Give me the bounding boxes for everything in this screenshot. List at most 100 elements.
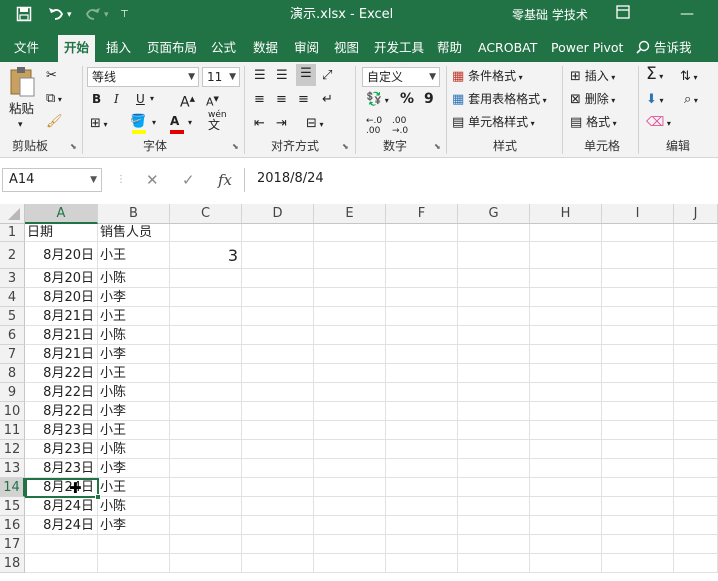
undo-icon[interactable] xyxy=(47,6,65,27)
row-header-8[interactable]: 8 xyxy=(0,364,25,383)
cell-a10[interactable]: 8月22日 xyxy=(25,402,98,421)
cell-g10[interactable] xyxy=(458,402,530,421)
tab-formulas[interactable]: 公式 xyxy=(205,35,242,62)
cell-f14[interactable] xyxy=(386,478,458,497)
cell-a4[interactable]: 8月20日 xyxy=(25,288,98,307)
cell-b17[interactable] xyxy=(98,535,170,554)
cell-c1[interactable] xyxy=(170,224,242,242)
percent-button[interactable]: % xyxy=(400,90,414,108)
select-all-corner[interactable] xyxy=(0,204,25,224)
cell-c7[interactable] xyxy=(170,345,242,364)
cell-i3[interactable] xyxy=(602,269,674,288)
row-header-13[interactable]: 13 xyxy=(0,459,25,478)
row-header-10[interactable]: 10 xyxy=(0,402,25,421)
cell-d17[interactable] xyxy=(242,535,314,554)
cell-i6[interactable] xyxy=(602,326,674,345)
cell-g3[interactable] xyxy=(458,269,530,288)
cell-g13[interactable] xyxy=(458,459,530,478)
cell-e15[interactable] xyxy=(314,497,386,516)
cell-e5[interactable] xyxy=(314,307,386,326)
cell-e12[interactable] xyxy=(314,440,386,459)
cell-c13[interactable] xyxy=(170,459,242,478)
cell-a18[interactable] xyxy=(25,554,98,573)
tab-developer[interactable]: 开发工具 xyxy=(368,35,430,62)
cell-h4[interactable] xyxy=(530,288,602,307)
find-select-icon[interactable]: ⌕ ▾ xyxy=(684,90,698,110)
align-middle-icon[interactable]: ☰ xyxy=(276,66,288,85)
cell-d13[interactable] xyxy=(242,459,314,478)
align-left-icon[interactable]: ≡ xyxy=(254,90,265,109)
cell-h15[interactable] xyxy=(530,497,602,516)
cell-d14[interactable] xyxy=(242,478,314,497)
cell-b2[interactable]: 小王 xyxy=(98,242,170,269)
cell-b12[interactable]: 小陈 xyxy=(98,440,170,459)
phonetic-guide-button[interactable]: wén 文 xyxy=(208,110,227,132)
cell-d15[interactable] xyxy=(242,497,314,516)
cell-h16[interactable] xyxy=(530,516,602,535)
cell-b9[interactable]: 小陈 xyxy=(98,383,170,402)
tell-me-search[interactable]: 告诉我 xyxy=(630,35,698,62)
cell-a11[interactable]: 8月23日 xyxy=(25,421,98,440)
delete-cells-button[interactable]: ⊠ 删除 ▾ xyxy=(570,90,615,110)
font-color-button[interactable]: A xyxy=(170,112,184,134)
insert-cells-button[interactable]: ⊞ 插入 ▾ xyxy=(570,67,615,87)
align-center-icon[interactable]: ≡ xyxy=(276,90,287,109)
name-box[interactable]: A14 ▼ xyxy=(2,168,102,192)
cell-i10[interactable] xyxy=(602,402,674,421)
cell-f17[interactable] xyxy=(386,535,458,554)
cell-c6[interactable] xyxy=(170,326,242,345)
cell-a13[interactable]: 8月23日 xyxy=(25,459,98,478)
cell-b3[interactable]: 小陈 xyxy=(98,269,170,288)
cell-i17[interactable] xyxy=(602,535,674,554)
cell-g5[interactable] xyxy=(458,307,530,326)
cell-h9[interactable] xyxy=(530,383,602,402)
cell-j9[interactable] xyxy=(674,383,718,402)
cell-f8[interactable] xyxy=(386,364,458,383)
cell-j12[interactable] xyxy=(674,440,718,459)
cell-e8[interactable] xyxy=(314,364,386,383)
cell-i11[interactable] xyxy=(602,421,674,440)
cell-e3[interactable] xyxy=(314,269,386,288)
grow-font-button[interactable]: A▲ xyxy=(180,90,195,112)
merge-center-icon[interactable]: ⊟ ▾ xyxy=(306,114,323,134)
ribbon-display-icon[interactable] xyxy=(616,5,630,24)
row-header-14[interactable]: 14 xyxy=(0,478,25,497)
row-header-16[interactable]: 16 xyxy=(0,516,25,535)
column-header-f[interactable]: F xyxy=(386,204,458,224)
cell-j2[interactable] xyxy=(674,242,718,269)
cell-i18[interactable] xyxy=(602,554,674,573)
conditional-formatting-button[interactable]: ▦ 条件格式 ▾ xyxy=(452,67,523,87)
cell-b11[interactable]: 小王 xyxy=(98,421,170,440)
cell-g18[interactable] xyxy=(458,554,530,573)
font-name-combo[interactable]: 等线 ▼ xyxy=(87,67,199,87)
cell-e2[interactable] xyxy=(314,242,386,269)
cell-e10[interactable] xyxy=(314,402,386,421)
row-header-5[interactable]: 5 xyxy=(0,307,25,326)
cell-a8[interactable]: 8月22日 xyxy=(25,364,98,383)
row-header-7[interactable]: 7 xyxy=(0,345,25,364)
cell-i13[interactable] xyxy=(602,459,674,478)
column-header-b[interactable]: B xyxy=(98,204,170,224)
font-size-combo[interactable]: 11 ▼ xyxy=(202,67,240,87)
shrink-font-button[interactable]: A▼ xyxy=(206,90,219,112)
cell-d8[interactable] xyxy=(242,364,314,383)
cell-h8[interactable] xyxy=(530,364,602,383)
cell-c8[interactable] xyxy=(170,364,242,383)
cell-c9[interactable] xyxy=(170,383,242,402)
cell-j5[interactable] xyxy=(674,307,718,326)
cell-a6[interactable]: 8月21日 xyxy=(25,326,98,345)
align-top-icon[interactable]: ☰ xyxy=(254,66,266,85)
fill-color-dropdown-icon[interactable]: ▾ xyxy=(152,114,156,132)
cell-i7[interactable] xyxy=(602,345,674,364)
cell-b8[interactable]: 小王 xyxy=(98,364,170,383)
cell-f1[interactable] xyxy=(386,224,458,242)
cell-d3[interactable] xyxy=(242,269,314,288)
formula-input[interactable]: 2018/8/24 xyxy=(244,168,718,192)
cell-b5[interactable]: 小王 xyxy=(98,307,170,326)
cell-j3[interactable] xyxy=(674,269,718,288)
cell-e14[interactable] xyxy=(314,478,386,497)
cell-j15[interactable] xyxy=(674,497,718,516)
cell-j13[interactable] xyxy=(674,459,718,478)
cell-i16[interactable] xyxy=(602,516,674,535)
decrease-indent-icon[interactable]: ⇤ xyxy=(254,114,265,133)
